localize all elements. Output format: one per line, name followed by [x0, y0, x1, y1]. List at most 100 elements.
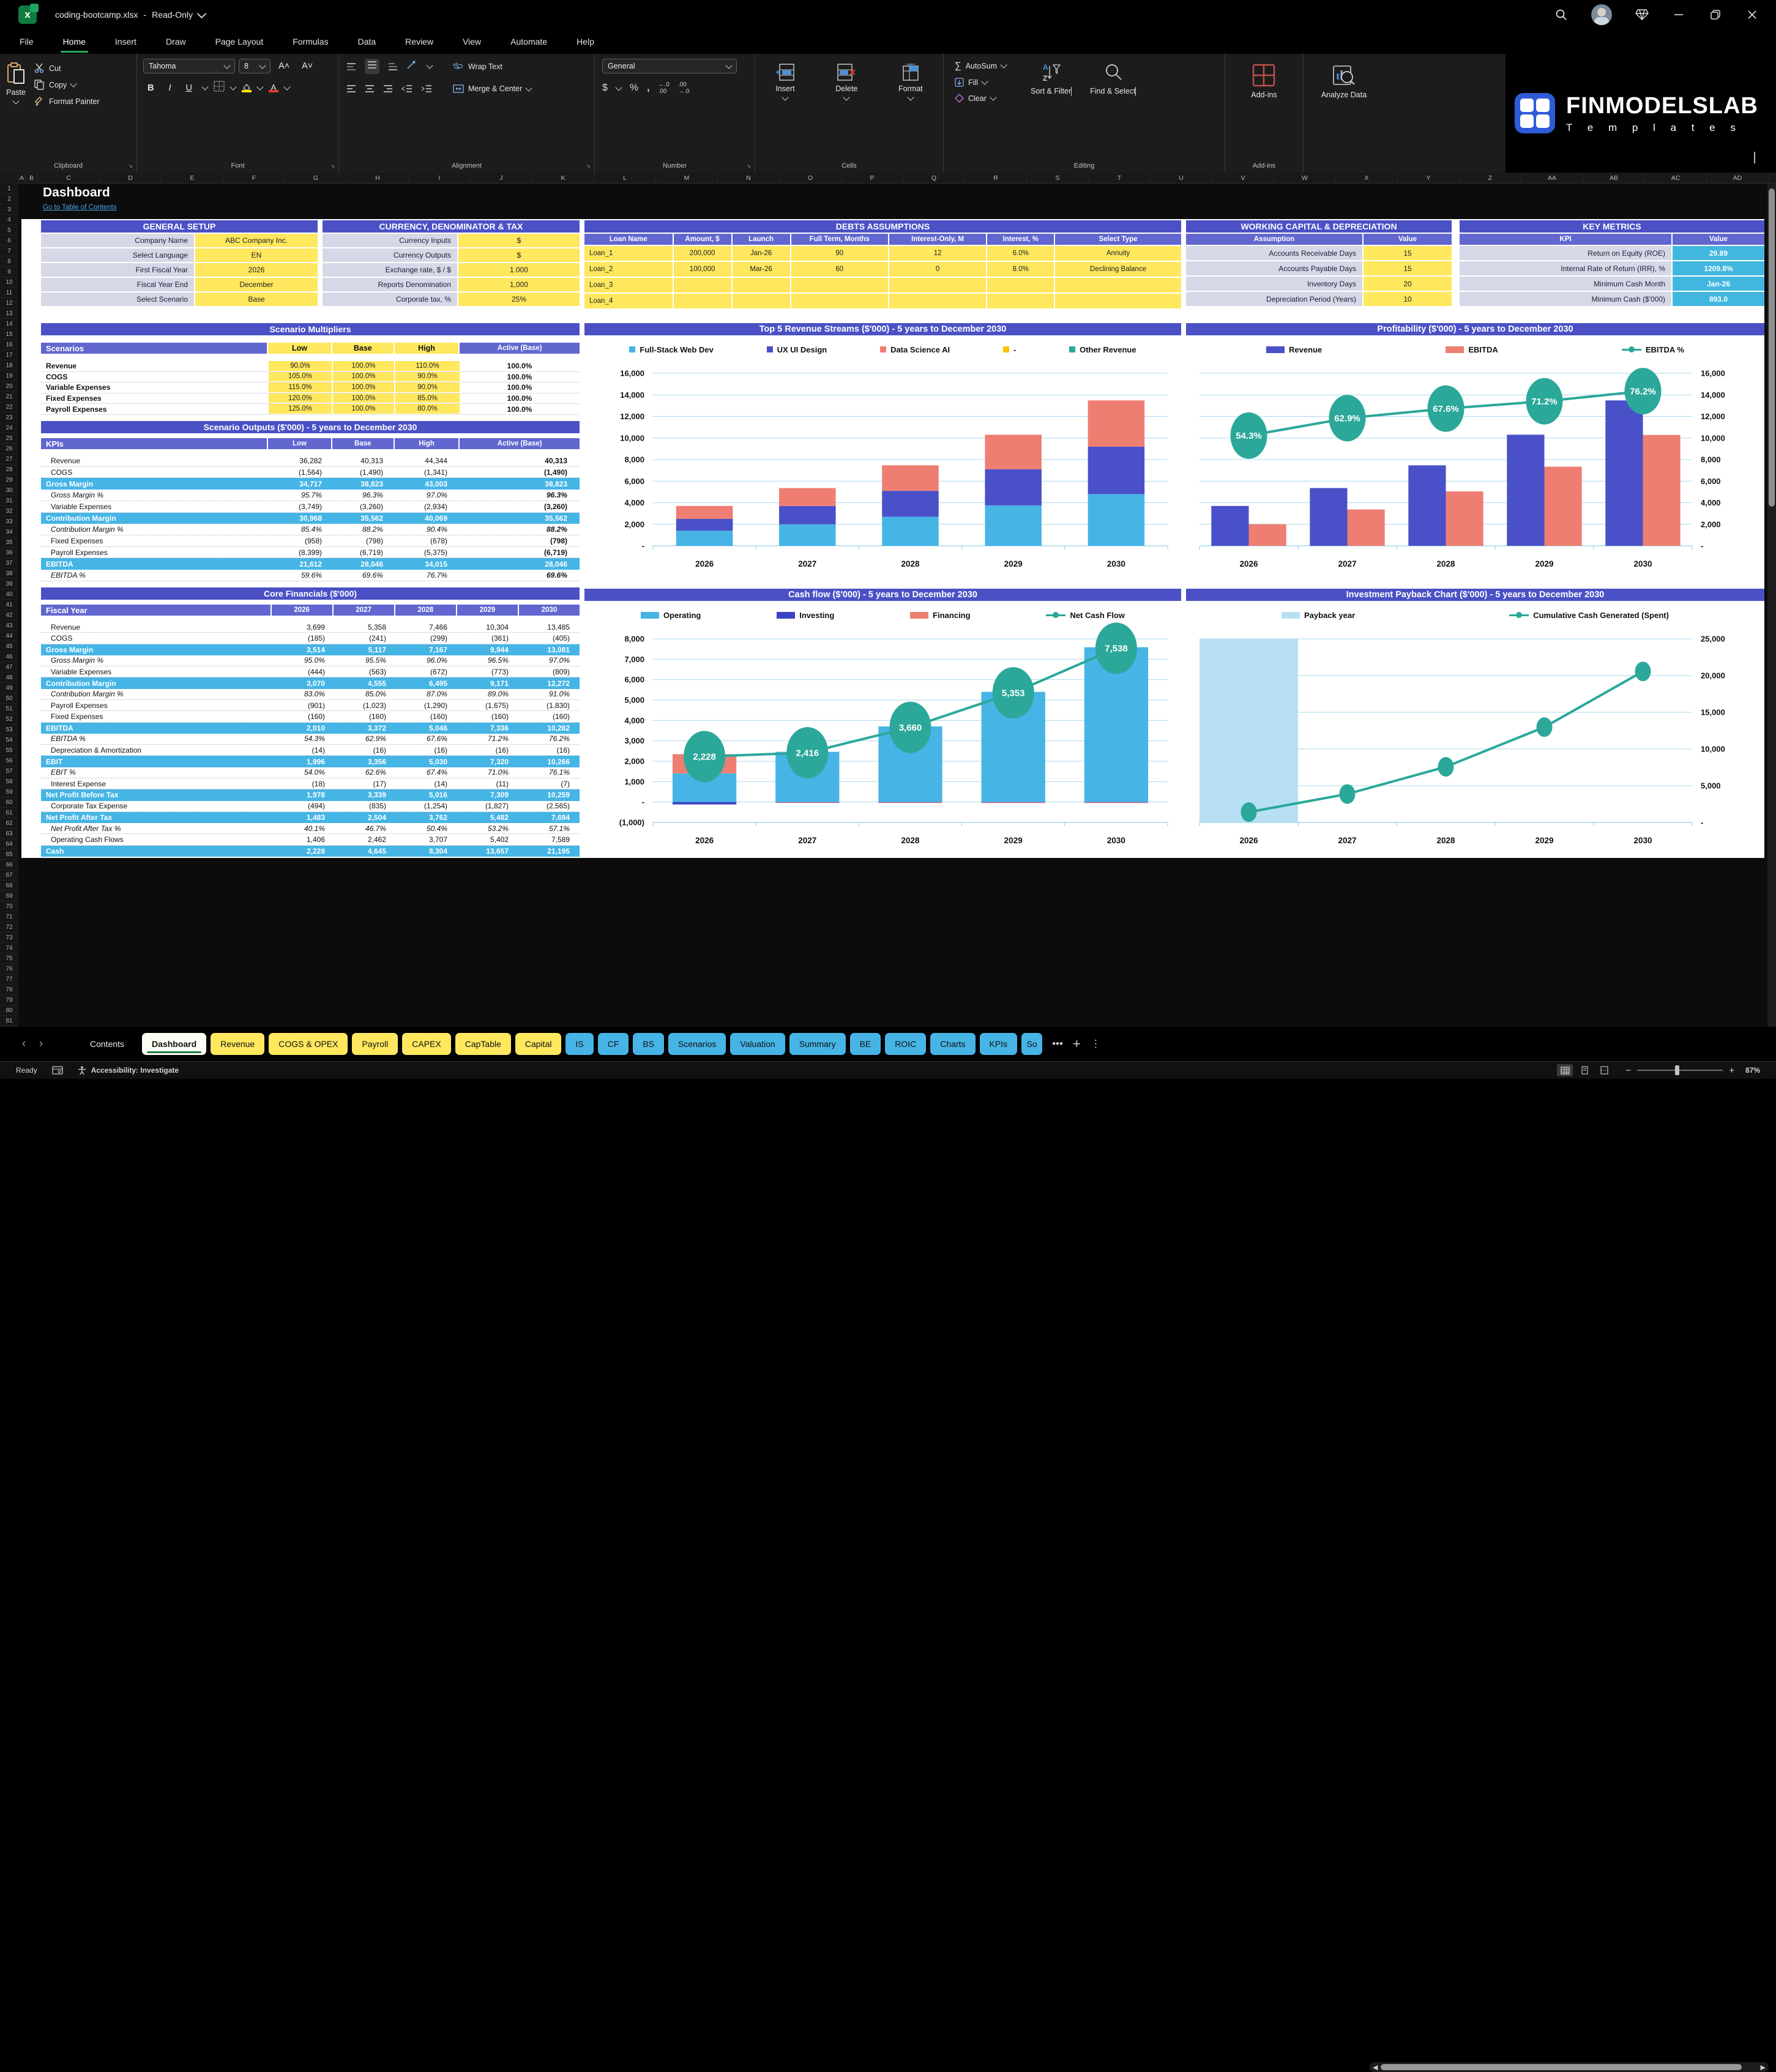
row-header-37[interactable]: 37: [0, 558, 18, 568]
column-header-K[interactable]: K: [532, 173, 594, 184]
input-cell[interactable]: 20: [1364, 277, 1452, 291]
sheet-tab-roic[interactable]: ROIC: [885, 1033, 927, 1055]
find-select-button[interactable]: Find & Select: [1084, 59, 1142, 105]
input-cell[interactable]: 2026: [195, 263, 318, 277]
column-header-T[interactable]: T: [1089, 173, 1151, 184]
input-cell[interactable]: Annuity: [1055, 246, 1181, 261]
dialog-launcher-icon[interactable]: ↘: [330, 163, 335, 170]
input-cell[interactable]: 6.0%: [987, 246, 1054, 261]
column-header-F[interactable]: F: [223, 173, 285, 184]
row-header-40[interactable]: 40: [0, 589, 18, 600]
close-button[interactable]: [1745, 8, 1759, 21]
sheet-tab-dashboard[interactable]: Dashboard: [142, 1033, 207, 1055]
input-cell[interactable]: Loan_4: [584, 294, 673, 308]
italic-button[interactable]: I: [164, 82, 175, 94]
row-header-79[interactable]: 79: [0, 995, 18, 1005]
zoom-slider-thumb[interactable]: [1675, 1065, 1680, 1075]
row-header-3[interactable]: 3: [0, 204, 18, 215]
row-header-39[interactable]: 39: [0, 579, 18, 589]
dialog-launcher-icon[interactable]: ↘: [746, 163, 751, 170]
horizontal-scrollbar-thumb[interactable]: [1381, 2064, 1742, 2070]
input-cell[interactable]: 8.0%: [987, 262, 1054, 277]
input-cell[interactable]: ABC Company Inc.: [195, 234, 318, 247]
paste-button[interactable]: Paste: [0, 59, 32, 108]
row-header-10[interactable]: 10: [0, 277, 18, 288]
column-header-L[interactable]: L: [594, 173, 656, 184]
row-header-16[interactable]: 16: [0, 340, 18, 350]
row-header-7[interactable]: 7: [0, 246, 18, 256]
font-size-select[interactable]: 8: [239, 59, 271, 73]
insert-cells-button[interactable]: Insert: [769, 60, 800, 173]
tab-scroll-right[interactable]: ›: [34, 1037, 48, 1051]
input-cell[interactable]: [673, 278, 731, 293]
row-header-60[interactable]: 60: [0, 797, 18, 808]
row-header-75[interactable]: 75: [0, 953, 18, 964]
input-cell[interactable]: 90.0%: [395, 382, 460, 392]
sheet-tab-summary[interactable]: Summary: [789, 1033, 846, 1055]
delete-cells-button[interactable]: Delete: [829, 60, 864, 173]
row-header-14[interactable]: 14: [0, 319, 18, 329]
search-icon[interactable]: [1554, 8, 1568, 21]
page-break-view-button[interactable]: [1596, 1064, 1612, 1076]
row-header-77[interactable]: 77: [0, 974, 18, 985]
sheet-tab-kpis[interactable]: KPIs: [979, 1033, 1018, 1055]
input-cell[interactable]: Base: [195, 293, 318, 306]
row-header-42[interactable]: 42: [0, 610, 18, 620]
input-cell[interactable]: [732, 278, 790, 293]
input-cell[interactable]: 15: [1364, 261, 1452, 275]
accounting-format-button[interactable]: $: [602, 83, 608, 94]
row-header-68[interactable]: 68: [0, 881, 18, 891]
vertical-scrollbar[interactable]: [1767, 184, 1776, 1027]
row-header-1[interactable]: 1: [0, 184, 18, 194]
row-header-35[interactable]: 35: [0, 537, 18, 548]
row-header-41[interactable]: 41: [0, 600, 18, 610]
input-cell[interactable]: 25%: [458, 293, 580, 306]
analyze-data-button[interactable]: Analyze Data: [1315, 60, 1373, 173]
font-name-select[interactable]: Tahoma: [143, 59, 235, 73]
sheet-tab-payroll[interactable]: Payroll: [352, 1033, 398, 1055]
row-header-28[interactable]: 28: [0, 464, 18, 475]
row-header-43[interactable]: 43: [0, 620, 18, 631]
menu-review[interactable]: Review: [404, 34, 435, 49]
input-cell[interactable]: 15: [1364, 246, 1452, 260]
format-painter-button[interactable]: Format Painter: [32, 94, 102, 108]
column-header-P[interactable]: P: [841, 173, 903, 184]
row-header-15[interactable]: 15: [0, 329, 18, 340]
input-cell[interactable]: Loan_1: [584, 246, 673, 261]
column-header-S[interactable]: S: [1027, 173, 1089, 184]
row-header-81[interactable]: 81: [0, 1016, 18, 1026]
copy-button[interactable]: Copy: [32, 78, 102, 92]
read-only-badge[interactable]: Read-Only: [152, 10, 193, 20]
input-cell[interactable]: [1055, 278, 1181, 293]
orientation-button[interactable]: [406, 60, 419, 73]
sheet-tab-so[interactable]: So: [1021, 1033, 1043, 1055]
collapse-ribbon-button[interactable]: [1754, 152, 1763, 163]
fill-button[interactable]: Fill: [952, 76, 1009, 89]
row-header-33[interactable]: 33: [0, 516, 18, 527]
input-cell[interactable]: $: [458, 248, 580, 262]
row-header-56[interactable]: 56: [0, 756, 18, 766]
input-cell[interactable]: $: [458, 234, 580, 247]
shrink-font-button[interactable]: A˅: [297, 60, 317, 72]
column-header-W[interactable]: W: [1274, 173, 1336, 184]
row-header-30[interactable]: 30: [0, 485, 18, 496]
row-header-12[interactable]: 12: [0, 298, 18, 308]
input-cell[interactable]: [1055, 294, 1181, 308]
column-header-O[interactable]: O: [780, 173, 841, 184]
row-header-31[interactable]: 31: [0, 496, 18, 506]
input-cell[interactable]: 100.0%: [333, 361, 394, 371]
row-header-52[interactable]: 52: [0, 714, 18, 725]
column-header-Q[interactable]: Q: [903, 173, 965, 184]
row-header-50[interactable]: 50: [0, 693, 18, 704]
input-cell[interactable]: [791, 294, 888, 308]
row-header-25[interactable]: 25: [0, 433, 18, 444]
borders-button[interactable]: [214, 81, 225, 95]
sheet-tab-contents[interactable]: Contents: [76, 1033, 138, 1055]
input-cell[interactable]: December: [195, 278, 318, 291]
row-header-22[interactable]: 22: [0, 402, 18, 412]
page-layout-view-button[interactable]: [1576, 1064, 1592, 1076]
fill-color-button[interactable]: [242, 83, 252, 92]
column-header-G[interactable]: G: [285, 173, 347, 184]
sheet-tab-bs[interactable]: BS: [633, 1033, 665, 1055]
row-header-19[interactable]: 19: [0, 371, 18, 381]
